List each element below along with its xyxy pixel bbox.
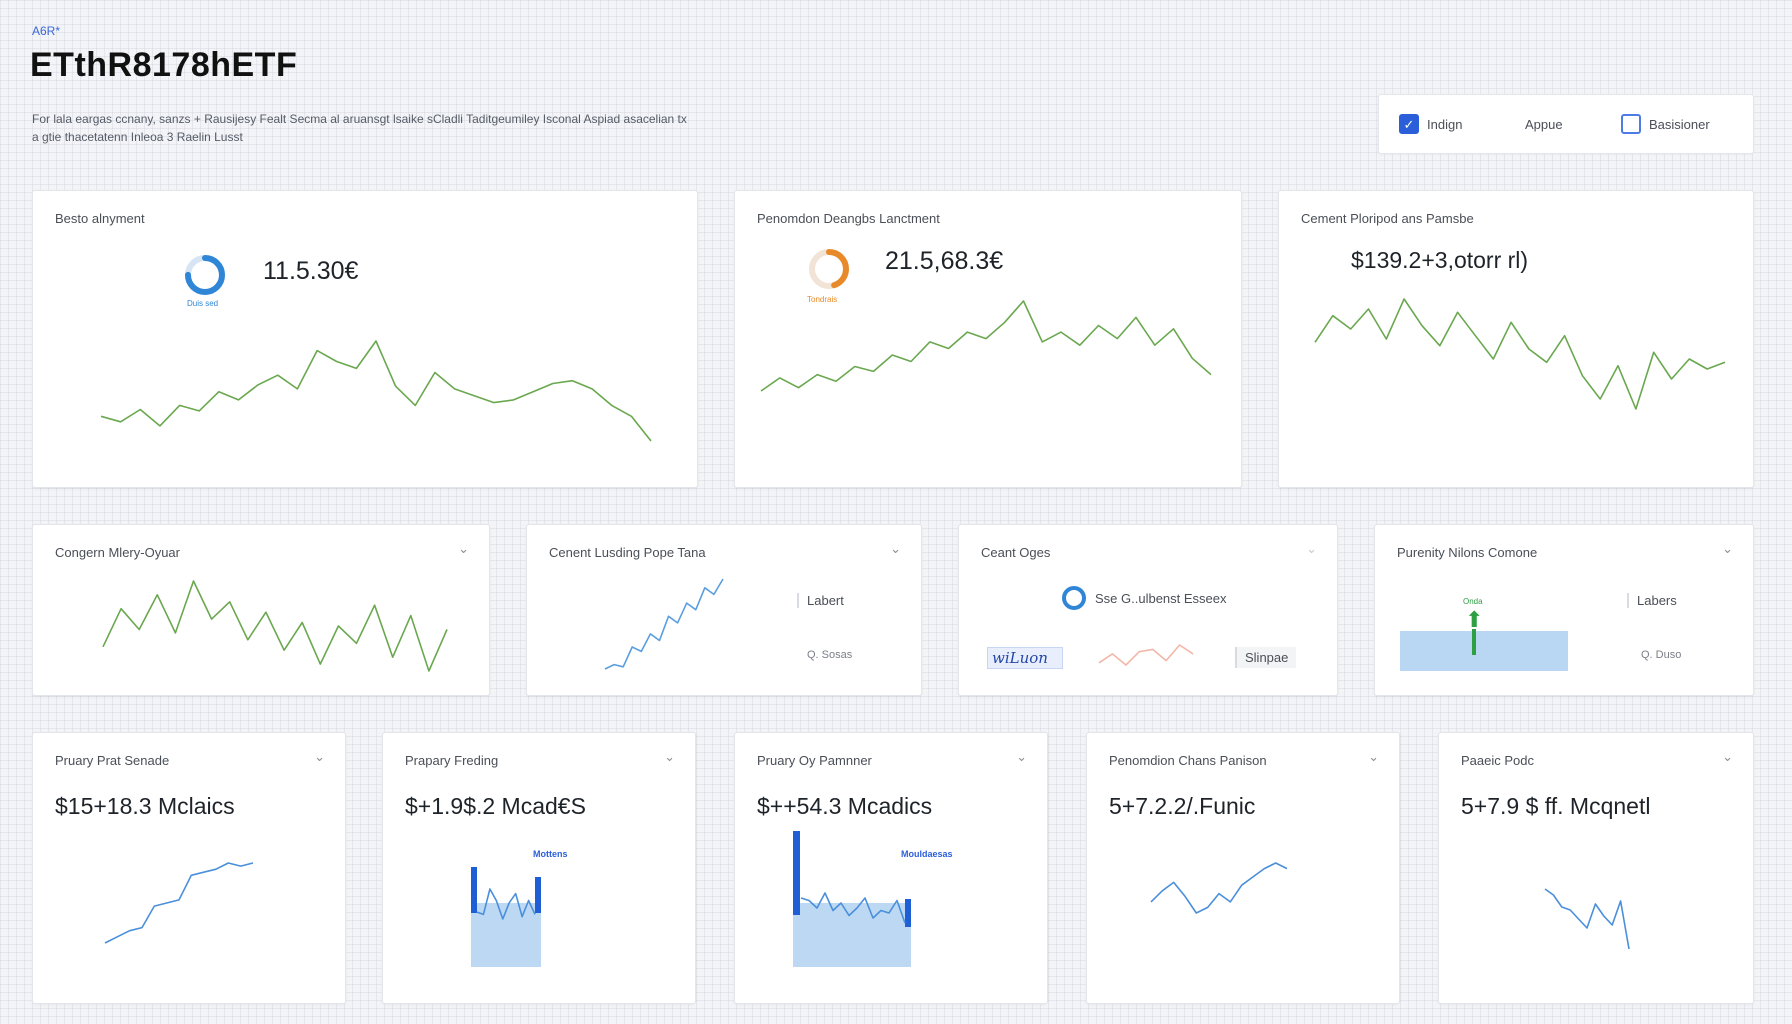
card-title: Penomdon Deangbs Lanctment [757,211,940,226]
chevron-down-icon[interactable]: ⌄ [890,541,901,557]
kpi-card-3[interactable]: Pruary Oy Pamnner ⌄ $++54.3 Mcadics Moul… [734,732,1048,1004]
series-line [1098,644,1194,666]
range-bar-right [905,899,911,927]
up-arrow-icon: ⬆ [1465,607,1484,632]
unchecked-checkbox-icon[interactable] [1621,114,1641,134]
arrow-stem [1472,629,1476,655]
series-line [1314,298,1726,410]
gauge-label: Duis sed [187,299,219,308]
card-title: Ceant Oges [981,545,1051,560]
chevron-down-icon[interactable]: ⌄ [314,749,325,765]
trend-line-chart [1314,298,1726,410]
toolbar-item-label: Appue [1525,116,1563,132]
card-title: Prapary Freding [405,753,499,768]
kpi-value: $15+18.3 Mclaics [55,793,235,819]
series-line [1544,888,1630,950]
mini-chart-card-4[interactable]: Purenity Nilons Comone ⌄ Onda ⬆ Labers Q… [1374,524,1754,696]
series-line [1150,862,1288,914]
trend-line-chart [800,892,906,924]
chart-label: Sse G..ulbenst Esseex [1095,591,1227,606]
shaded-band [1400,631,1568,671]
toolbar-item-appue[interactable]: Appue [1525,117,1621,132]
range-bar-right [535,877,541,913]
kpi-card-4[interactable]: Penomdion Chans Panison ⌄ 5+7.2.2/.Funic [1086,732,1400,1004]
trend-line-chart [1150,862,1288,914]
card-title: Pruary Prat Senade [55,753,170,768]
card-title: Penomdion Chans Panison [1109,753,1267,768]
series-line [760,300,1212,392]
chevron-down-icon[interactable]: ⌄ [1306,541,1317,557]
trend-line-chart [476,888,536,920]
metric-value: 11.5.30€ [263,257,359,285]
series-line [102,580,448,672]
metric-value: $139.2+3,otorr rl) [1351,247,1529,273]
toolbar-item-label: Indign [1427,116,1463,132]
mini-chart-card-1[interactable]: Congern Mlery-Oyuar ⌄ [32,524,490,696]
chevron-down-icon[interactable]: ⌄ [664,749,675,765]
range-bar-left [793,831,800,915]
trend-line-chart [102,580,448,672]
signature-field[interactable]: wiLuon [987,647,1063,669]
chevron-down-icon[interactable]: ⌄ [458,541,469,557]
series-line [800,892,906,924]
kpi-value: $++54.3 Mcadics [757,793,933,819]
kpi-value: $+1.9$.2 Mcad€S [405,793,586,819]
series-line [604,578,724,670]
filter-toolbar: ✓ Indign Appue Basisioner [1378,94,1754,154]
checked-checkbox-icon[interactable]: ✓ [1399,114,1419,134]
sample-button[interactable]: Slinpae [1235,647,1297,668]
kpi-value: 5+7.9 $ ff. Mcqnetl [1461,793,1651,819]
trend-line-chart [1544,888,1630,950]
toolbar-toggle-indign[interactable]: ✓ Indign [1399,114,1525,134]
metric-card-3[interactable]: Cement Ploripod ans Pamsbe $139.2+3,otor… [1278,190,1754,488]
marker-label: Onda [1463,597,1483,606]
donut-gauge-icon [185,255,225,295]
toolbar-item-label: Basisioner [1649,116,1710,132]
series-line [100,340,652,442]
kpi-value: 5+7.2.2/.Funic [1109,793,1256,819]
trend-line-chart [1098,644,1194,666]
chevron-down-icon[interactable]: ⌄ [1722,749,1733,765]
chevron-down-icon[interactable]: ⌄ [1722,541,1733,557]
donut-gauge-icon [809,249,849,289]
kpi-card-5[interactable]: Paaeic Podc ⌄ 5+7.9 $ ff. Mcqnetl [1438,732,1754,1004]
kpi-card-2[interactable]: Prapary Freding ⌄ $+1.9$.2 Mcad€S Motten… [382,732,696,1004]
chart-sub-label: Q. Sosas [807,649,853,661]
mini-chart-card-2[interactable]: Cenent Lusding Pope Tana ⌄ Labert Q. Sos… [526,524,922,696]
card-title: Pruary Oy Pamnner [757,753,872,768]
series-line [476,888,536,920]
page-title: ETthR8178hETF [30,46,298,84]
page-description: For lala eargas ccnany, sanzs + Rausijes… [32,112,687,144]
legend-label: Mouldaesas [901,849,953,859]
card-title: Cenent Lusding Pope Tana [549,545,706,560]
toolbar-toggle-basisioner[interactable]: Basisioner [1621,114,1710,134]
legend-label: Mottens [533,849,568,859]
card-title: Besto alnyment [55,211,145,226]
card-title: Purenity Nilons Comone [1397,545,1538,560]
trend-line-chart [104,862,254,944]
card-title: Paaeic Podc [1461,753,1534,768]
chart-label: Labert [797,593,844,608]
mini-chart-card-3[interactable]: Ceant Oges ⌄ Sse G..ulbenst Esseex wiLuo… [958,524,1338,696]
trend-line-chart [100,340,652,442]
trend-line-chart [760,300,1212,392]
chevron-down-icon[interactable]: ⌄ [1368,749,1379,765]
ring-icon [1062,586,1086,610]
chart-label: Labers [1627,593,1677,608]
chevron-down-icon[interactable]: ⌄ [1016,749,1027,765]
trend-line-chart [604,578,724,670]
chart-sub-label: Q. Duso [1641,649,1682,661]
metric-card-1[interactable]: Besto alnyment Duis sed 11.5.30€ [32,190,698,488]
series-line [104,862,254,944]
card-title: Cement Ploripod ans Pamsbe [1301,211,1474,226]
metric-value: 21.5,68.3€ [885,247,1004,275]
kpi-card-1[interactable]: Pruary Prat Senade ⌄ $15+18.3 Mclaics [32,732,346,1004]
metric-card-2[interactable]: Penomdon Deangbs Lanctment Tondrais 21.5… [734,190,1242,488]
card-title: Congern Mlery-Oyuar [55,545,180,560]
page-eyebrow: A6R* [32,24,61,38]
